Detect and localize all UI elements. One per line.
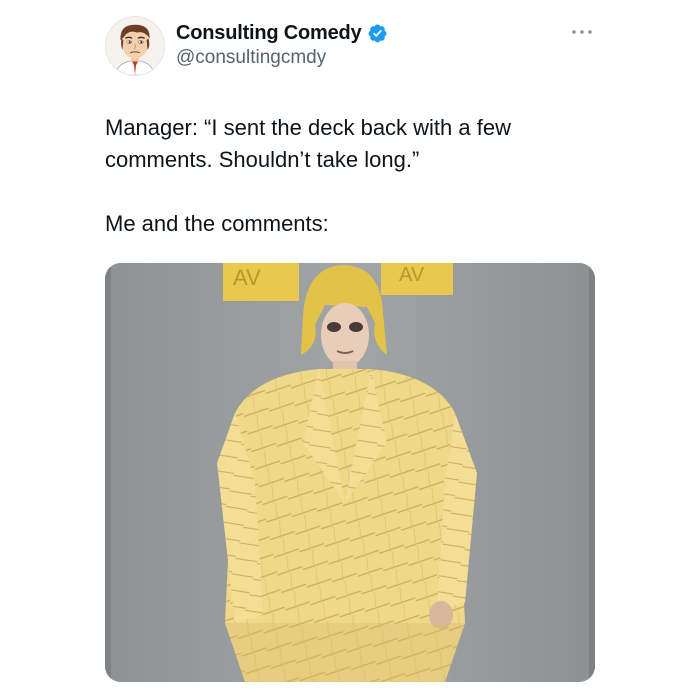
sign-left-text: AV [233,265,261,290]
author-display-name[interactable]: Consulting Comedy [176,22,362,45]
tweet-text: Manager: “I sent the deck back with a fe… [105,112,605,240]
author-handle[interactable]: @consultingcmdy [176,47,326,69]
cartoon-face-avatar-icon [106,17,164,75]
verified-badge-icon [367,23,388,44]
tweet-text-line-2: Me and the comments: [105,211,329,236]
more-dots-icon[interactable] [569,24,595,40]
tweet-media-image[interactable]: AV AV [105,263,595,682]
sign-right-text: AV [399,264,425,286]
author-name-row: Consulting Comedy [176,20,388,46]
avatar[interactable] [105,16,165,76]
tweet-card: Consulting Comedy @consultingcmdy Manage… [0,0,700,700]
tweet-text-line-1: Manager: “I sent the deck back with a fe… [105,115,511,172]
sticky-note-suit-photo: AV AV [105,263,595,682]
